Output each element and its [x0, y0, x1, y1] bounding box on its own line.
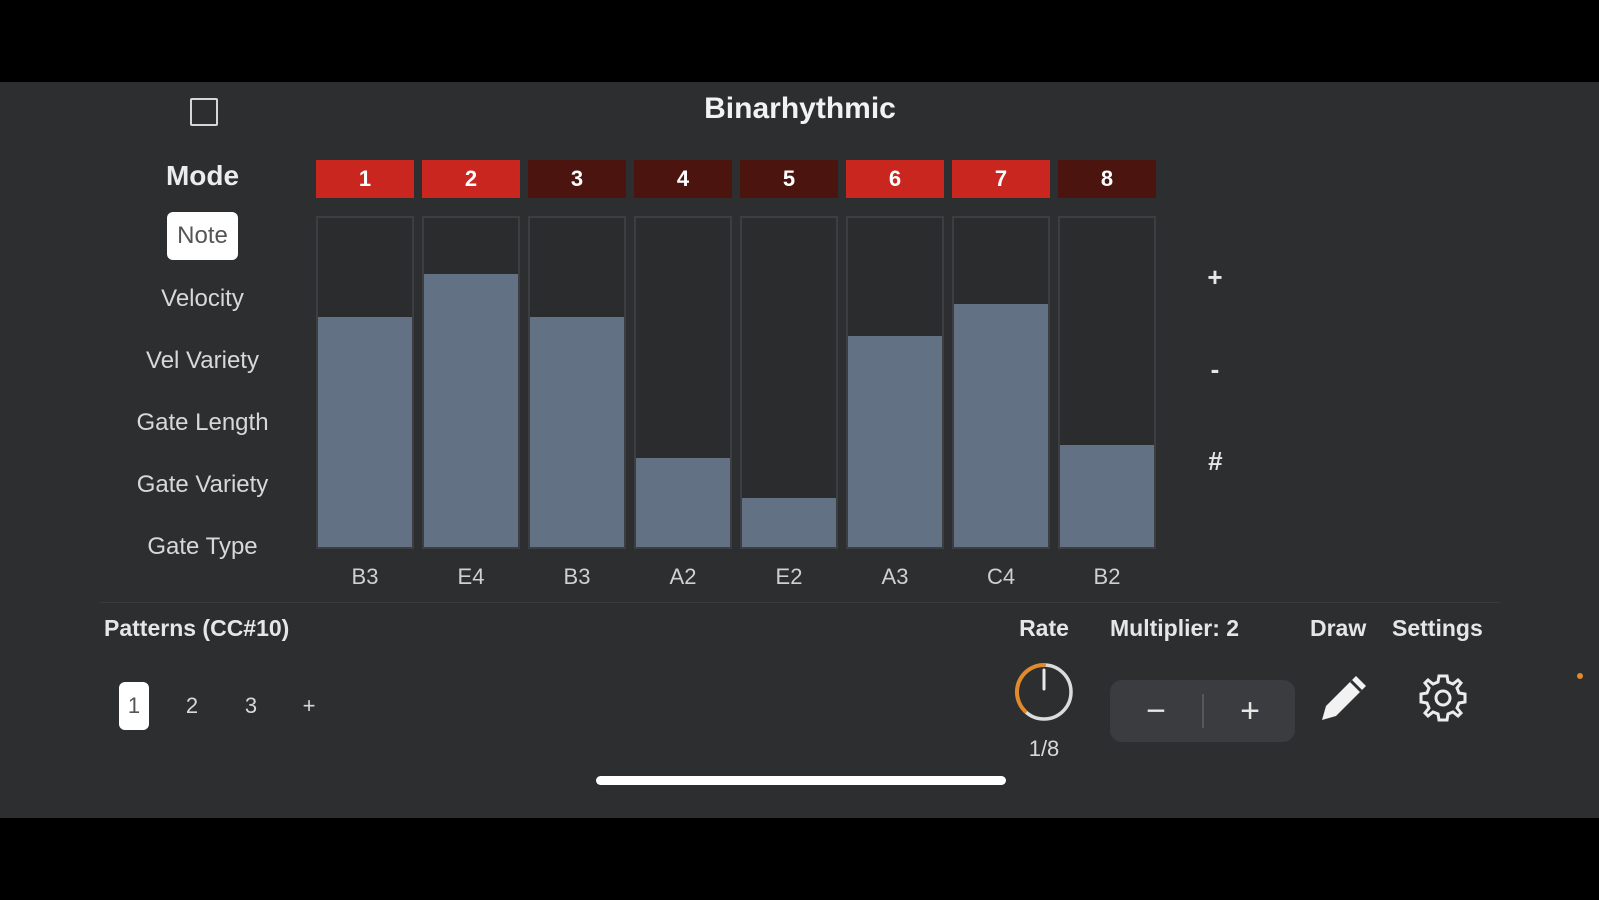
step-slider-6[interactable] [846, 216, 944, 549]
mode-option-vel-variety[interactable]: Vel Variety [100, 347, 305, 375]
step-slider-7[interactable] [952, 216, 1050, 549]
step-note-label: B3 [351, 564, 379, 589]
pattern-1-button[interactable]: 1 [119, 682, 149, 730]
patterns-label: Patterns (CC#10) [104, 615, 290, 641]
gear-icon[interactable] [1417, 672, 1469, 724]
section-divider [100, 602, 1500, 603]
step-fill [848, 336, 942, 547]
step-note-label: E2 [775, 564, 803, 589]
step-toggle-5[interactable]: 5 [740, 160, 838, 198]
step-fill [954, 303, 1048, 547]
step-note-label: E4 [457, 564, 485, 589]
step-slider-2[interactable] [422, 216, 520, 549]
draw-label: Draw [1310, 615, 1367, 641]
mode-option-velocity[interactable]: Velocity [100, 285, 305, 313]
step-toggle-1[interactable]: 1 [316, 160, 414, 198]
app-screen: Binarhythmic Mode Note Velocity Vel Vari… [0, 82, 1599, 818]
step-slider-8[interactable] [1058, 216, 1156, 549]
step-slider-3[interactable] [528, 216, 626, 549]
pattern-3-button[interactable]: 3 [236, 682, 266, 730]
mode-option-label: Note [167, 212, 238, 260]
mode-option-label: Gate Length [136, 409, 269, 436]
mode-option-label: Vel Variety [146, 347, 259, 374]
step-fill [1060, 445, 1154, 547]
home-indicator [596, 776, 1006, 785]
multiplier-label: Multiplier: 2 [1110, 615, 1240, 641]
stop-square-button[interactable] [190, 98, 218, 126]
step-toggle-7[interactable]: 7 [952, 160, 1050, 198]
mode-option-label: Velocity [161, 285, 244, 312]
step-toggle-8[interactable]: 8 [1058, 160, 1156, 198]
add-pattern-button[interactable]: + [294, 682, 324, 730]
step-toggle-3[interactable]: 3 [528, 160, 626, 198]
step-fill [318, 316, 412, 547]
multiplier-increment-button[interactable]: + [1204, 680, 1296, 742]
step-toggle-2[interactable]: 2 [422, 160, 520, 198]
transpose-down-button[interactable]: - [1195, 354, 1235, 385]
step-note-label: C4 [986, 564, 1016, 589]
rate-knob[interactable] [1012, 660, 1076, 724]
mode-option-note[interactable]: Note [100, 212, 305, 260]
status-dot [1577, 673, 1583, 679]
step-slider-5[interactable] [740, 216, 838, 549]
step-slider-1[interactable] [316, 216, 414, 549]
rate-label: Rate [1019, 615, 1069, 641]
pencil-body [1322, 676, 1366, 720]
app-title: Binarhythmic [704, 92, 896, 125]
pencil-icon[interactable] [1316, 670, 1372, 726]
sharp-button[interactable]: # [1195, 446, 1235, 477]
step-slider-4[interactable] [634, 216, 732, 549]
knob-value-arc [1014, 663, 1046, 714]
mode-option-gate-variety[interactable]: Gate Variety [100, 471, 305, 499]
step-note-label: A2 [669, 564, 697, 589]
step-fill [530, 316, 624, 547]
settings-label: Settings [1392, 615, 1483, 641]
multiplier-decrement-button[interactable]: − [1110, 680, 1202, 742]
step-note-label: A3 [881, 564, 909, 589]
step-toggle-6[interactable]: 6 [846, 160, 944, 198]
step-fill [636, 458, 730, 547]
step-toggle-4[interactable]: 4 [634, 160, 732, 198]
transpose-up-button[interactable]: + [1195, 262, 1235, 293]
pattern-2-button[interactable]: 2 [177, 682, 207, 730]
multiplier-stepper: − + [1110, 680, 1295, 742]
gear-outline [1419, 674, 1467, 722]
mode-heading: Mode [165, 160, 240, 191]
mode-option-label: Gate Variety [136, 471, 269, 498]
step-note-label: B3 [563, 564, 591, 589]
step-fill [424, 273, 518, 547]
mode-option-gate-length[interactable]: Gate Length [100, 409, 305, 437]
mode-option-label: Gate Type [147, 533, 258, 560]
mode-option-gate-type[interactable]: Gate Type [100, 533, 305, 561]
step-note-label: B2 [1093, 564, 1121, 589]
rate-value: 1/8 [1028, 736, 1060, 761]
step-fill [742, 497, 836, 547]
